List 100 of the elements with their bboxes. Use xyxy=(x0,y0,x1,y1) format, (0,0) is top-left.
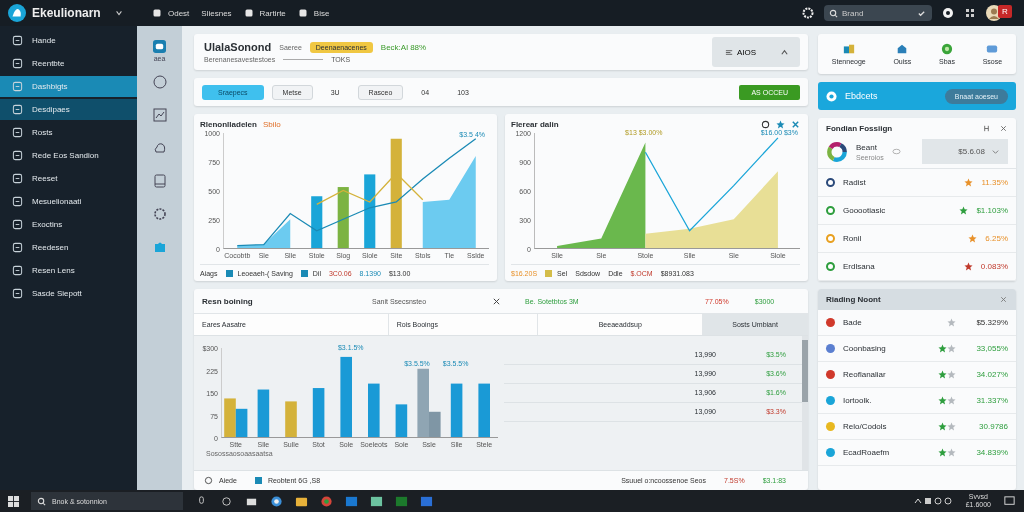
row-value: $1.103% xyxy=(976,206,1008,215)
help-icon[interactable] xyxy=(942,7,954,19)
donut-drawing xyxy=(826,140,848,163)
bar xyxy=(478,383,490,437)
value-dropdown[interactable]: $5.6.08 xyxy=(922,139,1008,164)
bar xyxy=(337,187,349,248)
row-label: Erdlsana xyxy=(843,262,875,271)
scrollbar-thumb[interactable] xyxy=(802,340,808,402)
notification-badge: R xyxy=(998,5,1012,18)
refresh-icon[interactable] xyxy=(761,120,770,129)
page-title: UlalaSonond xyxy=(204,41,272,53)
scrollbar[interactable] xyxy=(802,336,808,470)
star-icon xyxy=(963,262,973,271)
circle-icon[interactable] xyxy=(152,75,167,89)
row-value: 30.9786 xyxy=(978,422,1008,431)
home-icon xyxy=(896,43,909,55)
browser-icon[interactable] xyxy=(270,494,283,508)
bar xyxy=(285,401,297,437)
star-icon xyxy=(938,396,956,405)
card-title: Fondian Fossiign xyxy=(826,124,893,133)
sidebar-item[interactable]: Reentbte xyxy=(0,53,137,74)
app-icon[interactable] xyxy=(345,494,358,508)
chevron-icon[interactable] xyxy=(114,9,123,17)
square-icon xyxy=(12,58,23,69)
book-icon[interactable] xyxy=(152,174,167,188)
grid-icon[interactable] xyxy=(964,7,976,19)
action-button[interactable]: AIOS xyxy=(722,45,759,59)
square-icon xyxy=(12,81,23,92)
chat-icon[interactable] xyxy=(153,40,166,53)
row-value: 11.35% xyxy=(981,178,1008,187)
nav-link[interactable]: Odest xyxy=(168,8,190,18)
row-value: $5.329% xyxy=(975,318,1008,327)
bar xyxy=(224,398,236,437)
bar xyxy=(368,383,380,437)
star-icon xyxy=(959,206,969,215)
circle-icon[interactable] xyxy=(220,494,233,508)
nav-icon[interactable] xyxy=(297,8,308,18)
app-icon[interactable] xyxy=(370,494,383,508)
legend-swatch xyxy=(254,477,262,484)
square-icon xyxy=(12,219,23,230)
sidebar-item[interactable]: Reeset xyxy=(0,168,137,189)
bar xyxy=(450,383,463,437)
row-value: 31.337% xyxy=(975,396,1008,405)
close-icon[interactable] xyxy=(492,296,501,306)
row-label: Gooootiasic xyxy=(843,206,886,215)
square-icon xyxy=(12,35,23,46)
chart-title: Flerear dalin xyxy=(511,120,559,129)
row-value: 34.027% xyxy=(975,370,1008,379)
sidebar-item[interactable]: Exoctins xyxy=(0,214,137,235)
start-icon[interactable] xyxy=(8,495,19,507)
chart-icon xyxy=(842,43,855,55)
donut-title: Beant xyxy=(856,142,878,152)
row-label: Coonbasing xyxy=(843,344,886,353)
search-field[interactable]: Brand xyxy=(824,5,932,21)
sidebar-item[interactable]: Resen Lens xyxy=(0,260,137,281)
row-value: 0.083% xyxy=(980,262,1008,271)
card-title: Resn boining xyxy=(202,296,254,306)
chart-tag: Sbilo xyxy=(262,120,281,129)
row-label: Relo/Codols xyxy=(843,422,887,431)
radio-icon[interactable] xyxy=(204,476,213,485)
nav-link[interactable]: Rartirte xyxy=(259,8,286,18)
close-icon[interactable] xyxy=(999,124,1008,133)
sidebar-item[interactable]: Rosts xyxy=(0,122,137,143)
search-icon xyxy=(829,8,838,18)
notification-icon[interactable] xyxy=(1003,494,1016,508)
row-value: 6.25% xyxy=(985,234,1008,243)
star-icon[interactable] xyxy=(776,120,785,129)
row-value: 34.839% xyxy=(975,448,1008,457)
star-icon xyxy=(938,422,956,431)
chart-icon[interactable] xyxy=(152,108,167,122)
sidebar-item[interactable]: Desdipaes xyxy=(0,99,137,120)
bar xyxy=(257,389,270,437)
sidebar-item[interactable]: Sasde Siepott xyxy=(0,283,137,304)
row-label: EcadRoaefm xyxy=(843,448,890,457)
gear-icon[interactable] xyxy=(152,207,167,221)
app-icon[interactable] xyxy=(420,494,433,508)
check-icon xyxy=(917,8,926,18)
row-label: Iortoolk. xyxy=(843,396,872,405)
star-icon xyxy=(947,318,956,327)
sidebar-item[interactable]: Reedesen xyxy=(0,237,137,258)
sidebar-item[interactable]: Rede Eos Sandion xyxy=(0,145,137,166)
card-title: Riading Noont xyxy=(826,295,881,304)
square-icon xyxy=(12,242,23,253)
square-icon xyxy=(12,196,23,207)
square-icon xyxy=(12,127,23,138)
nav-icon[interactable] xyxy=(152,8,162,18)
settings-icon[interactable] xyxy=(802,7,814,19)
cloud-icon[interactable] xyxy=(152,141,167,155)
sidebar-item[interactable]: Mesuelionaati xyxy=(0,191,137,212)
tray-icons-drawing[interactable] xyxy=(913,496,954,506)
eye-icon xyxy=(891,147,901,156)
nav-icon[interactable] xyxy=(243,8,254,18)
sidebar-item[interactable]: Hande xyxy=(0,30,137,51)
star-icon xyxy=(938,448,956,457)
logo-icon xyxy=(8,4,26,22)
nav-link[interactable]: Bise xyxy=(313,8,330,18)
sidebar-item[interactable]: Dashbigts xyxy=(0,76,137,97)
collapse-icon[interactable] xyxy=(780,47,790,57)
nav-link[interactable]: Sliesnes xyxy=(201,8,232,18)
bar xyxy=(311,196,323,248)
